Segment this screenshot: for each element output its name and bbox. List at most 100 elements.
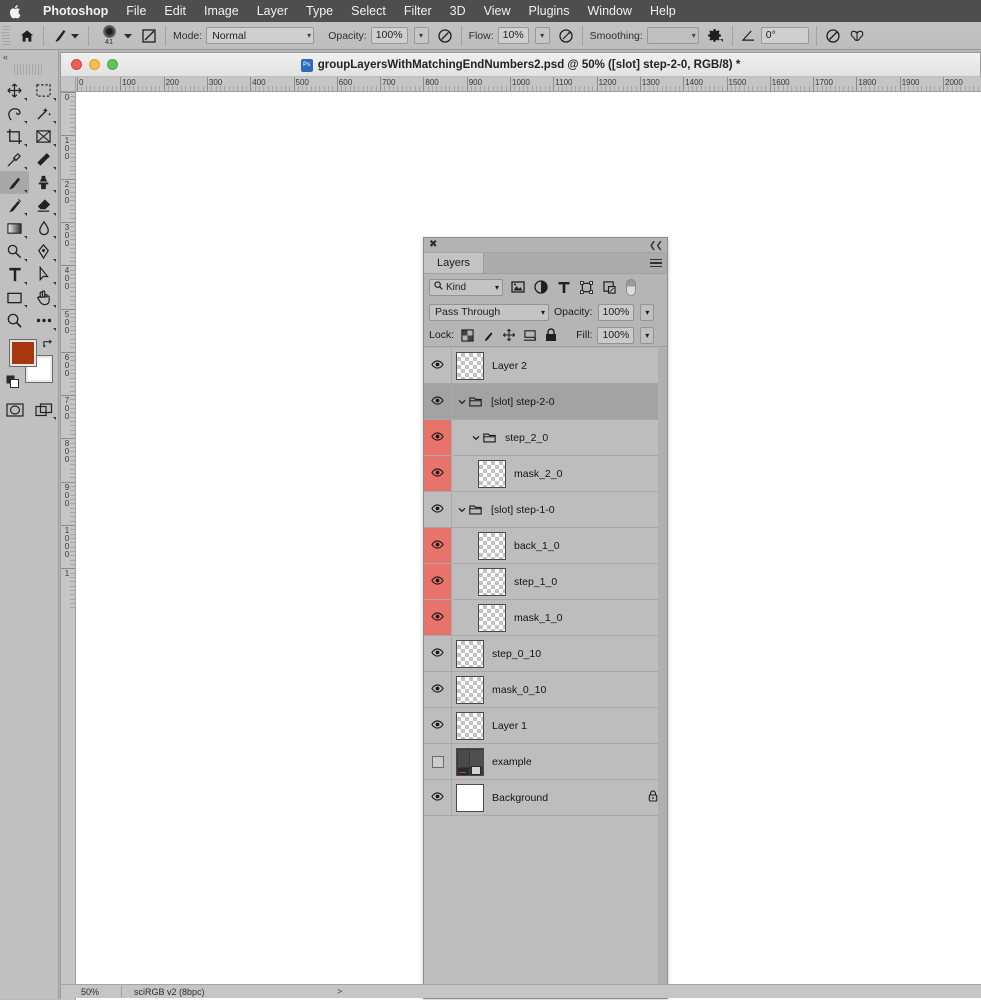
tools-panel-grip[interactable] [14,64,44,75]
brush-angle-input[interactable]: 0° [761,27,809,44]
layer-row[interactable]: mask_2_0 [424,456,667,492]
filter-pixel-layers-icon[interactable] [509,279,526,296]
horizontal-type-tool[interactable] [0,263,29,286]
layer-visibility-toggle[interactable] [424,492,452,527]
brush-tool[interactable] [0,171,29,194]
lock-position-icon[interactable] [501,327,517,343]
hand-tool[interactable] [29,286,58,309]
layer-row[interactable]: step_0_10 [424,636,667,672]
brush-preset-icon[interactable] [51,27,69,45]
filter-enable-toggle[interactable] [626,279,636,296]
collapse-to-icons-icon[interactable]: ❮❮ [649,240,662,251]
foreground-color-swatch[interactable] [10,340,36,366]
horizontal-ruler[interactable]: 0100200300400500600700800900100011001200… [61,77,981,92]
layer-thumbnail[interactable] [478,532,506,560]
rectangle-tool[interactable] [0,286,29,309]
layer-row[interactable]: Layer 2 [424,348,667,384]
layer-visibility-toggle[interactable] [424,456,452,491]
quick-mask-mode-icon[interactable] [0,398,29,421]
close-window-button[interactable] [71,59,82,70]
layer-row[interactable]: example [424,744,667,780]
lock-all-icon[interactable] [543,327,559,343]
document-title-bar[interactable]: Ps groupLayersWithMatchingEndNumbers2.ps… [61,53,980,77]
layer-thumbnail[interactable] [456,784,484,812]
minimize-window-button[interactable] [89,59,100,70]
menu-item-edit[interactable]: Edit [155,0,195,22]
layer-blend-mode-select[interactable]: Pass Through ▾ [429,304,549,321]
opacity-stepper[interactable]: ▾ [414,27,429,44]
menu-item-file[interactable]: File [117,0,155,22]
layer-thumbnail[interactable] [478,568,506,596]
layer-thumbnail[interactable] [456,712,484,740]
menu-item-view[interactable]: View [475,0,520,22]
menu-item-3d[interactable]: 3D [441,0,475,22]
ruler-corner[interactable] [61,77,76,92]
layer-visibility-toggle[interactable] [424,744,452,779]
airbrush-icon[interactable] [557,27,575,45]
menu-item-select[interactable]: Select [342,0,395,22]
clone-stamp-tool[interactable] [29,171,58,194]
apple-logo-icon[interactable] [9,4,22,19]
blend-mode-select[interactable]: Normal ▾ [206,27,314,44]
layer-visibility-toggle[interactable] [424,708,452,743]
layers-list-scrollbar[interactable] [658,348,667,998]
rectangular-marquee-tool[interactable] [29,79,58,102]
lock-artboard-nesting-icon[interactable] [522,327,538,343]
vertical-ruler[interactable]: 010020030040050060070080090010001 [61,92,76,1000]
lock-transparent-pixels-icon[interactable] [459,327,475,343]
frame-tool[interactable] [29,125,58,148]
layer-row[interactable]: Background [424,780,667,816]
crop-tool[interactable] [0,125,29,148]
menu-item-image[interactable]: Image [195,0,248,22]
swap-colors-icon[interactable] [42,338,53,352]
layers-panel-header[interactable]: ✖ ❮❮ [424,238,667,253]
layer-thumbnail[interactable] [478,460,506,488]
layers-list[interactable]: Layer 2[slot] step-2-0step_2_0mask_2_0[s… [424,348,667,998]
fill-input[interactable]: 100% [597,327,634,344]
flow-input[interactable]: 10% [498,27,529,44]
collapse-panel-icon[interactable]: « [0,50,58,63]
layer-visibility-toggle[interactable] [424,780,452,815]
menu-item-filter[interactable]: Filter [395,0,441,22]
brush-size-chevron-down-icon[interactable] [122,27,134,45]
pressure-opacity-icon[interactable] [436,27,454,45]
close-panel-icon[interactable]: ✖ [429,240,437,250]
flow-stepper[interactable]: ▾ [535,27,550,44]
disclosure-chevron-down-icon[interactable] [470,435,482,441]
tablet-pressure-size-icon[interactable] [824,27,842,45]
layer-row[interactable]: Layer 1 [424,708,667,744]
layer-row[interactable]: [slot] step-2-0 [424,384,667,420]
disclosure-chevron-down-icon[interactable] [456,399,468,405]
blur-tool[interactable] [29,217,58,240]
layer-thumbnail[interactable] [456,352,484,380]
spot-healing-brush-tool[interactable] [29,148,58,171]
dodge-tool[interactable] [0,240,29,263]
menu-item-help[interactable]: Help [641,0,685,22]
layer-row[interactable]: mask_1_0 [424,600,667,636]
layer-visibility-toggle[interactable] [424,672,452,707]
layer-thumbnail[interactable] [478,604,506,632]
layer-visibility-toggle[interactable] [424,528,452,563]
menu-item-photoshop[interactable]: Photoshop [34,0,117,22]
history-brush-tool[interactable] [0,194,29,217]
disclosure-chevron-down-icon[interactable] [456,507,468,513]
eraser-tool[interactable] [29,194,58,217]
layer-visibility-toggle[interactable] [424,600,452,635]
maximize-window-button[interactable] [107,59,118,70]
layer-visibility-toggle[interactable] [424,420,452,455]
magic-wand-tool[interactable] [29,102,58,125]
panel-menu-icon[interactable] [645,253,667,273]
tab-layers[interactable]: Layers [424,253,484,273]
zoom-tool[interactable] [0,309,29,332]
layer-row[interactable]: step_2_0 [424,420,667,456]
layer-opacity-stepper[interactable]: ▾ [640,304,654,321]
layer-opacity-input[interactable]: 100% [598,304,635,321]
pen-tool[interactable] [29,240,58,263]
filter-adjustment-layers-icon[interactable] [532,279,549,296]
smoothing-options-gear-icon[interactable] [707,27,725,45]
options-bar-grip[interactable] [2,26,10,46]
brush-settings-panel-icon[interactable] [140,27,158,45]
menu-item-type[interactable]: Type [297,0,342,22]
brush-size-preview[interactable]: 41 [96,25,122,46]
edit-toolbar-tool[interactable] [29,309,58,332]
